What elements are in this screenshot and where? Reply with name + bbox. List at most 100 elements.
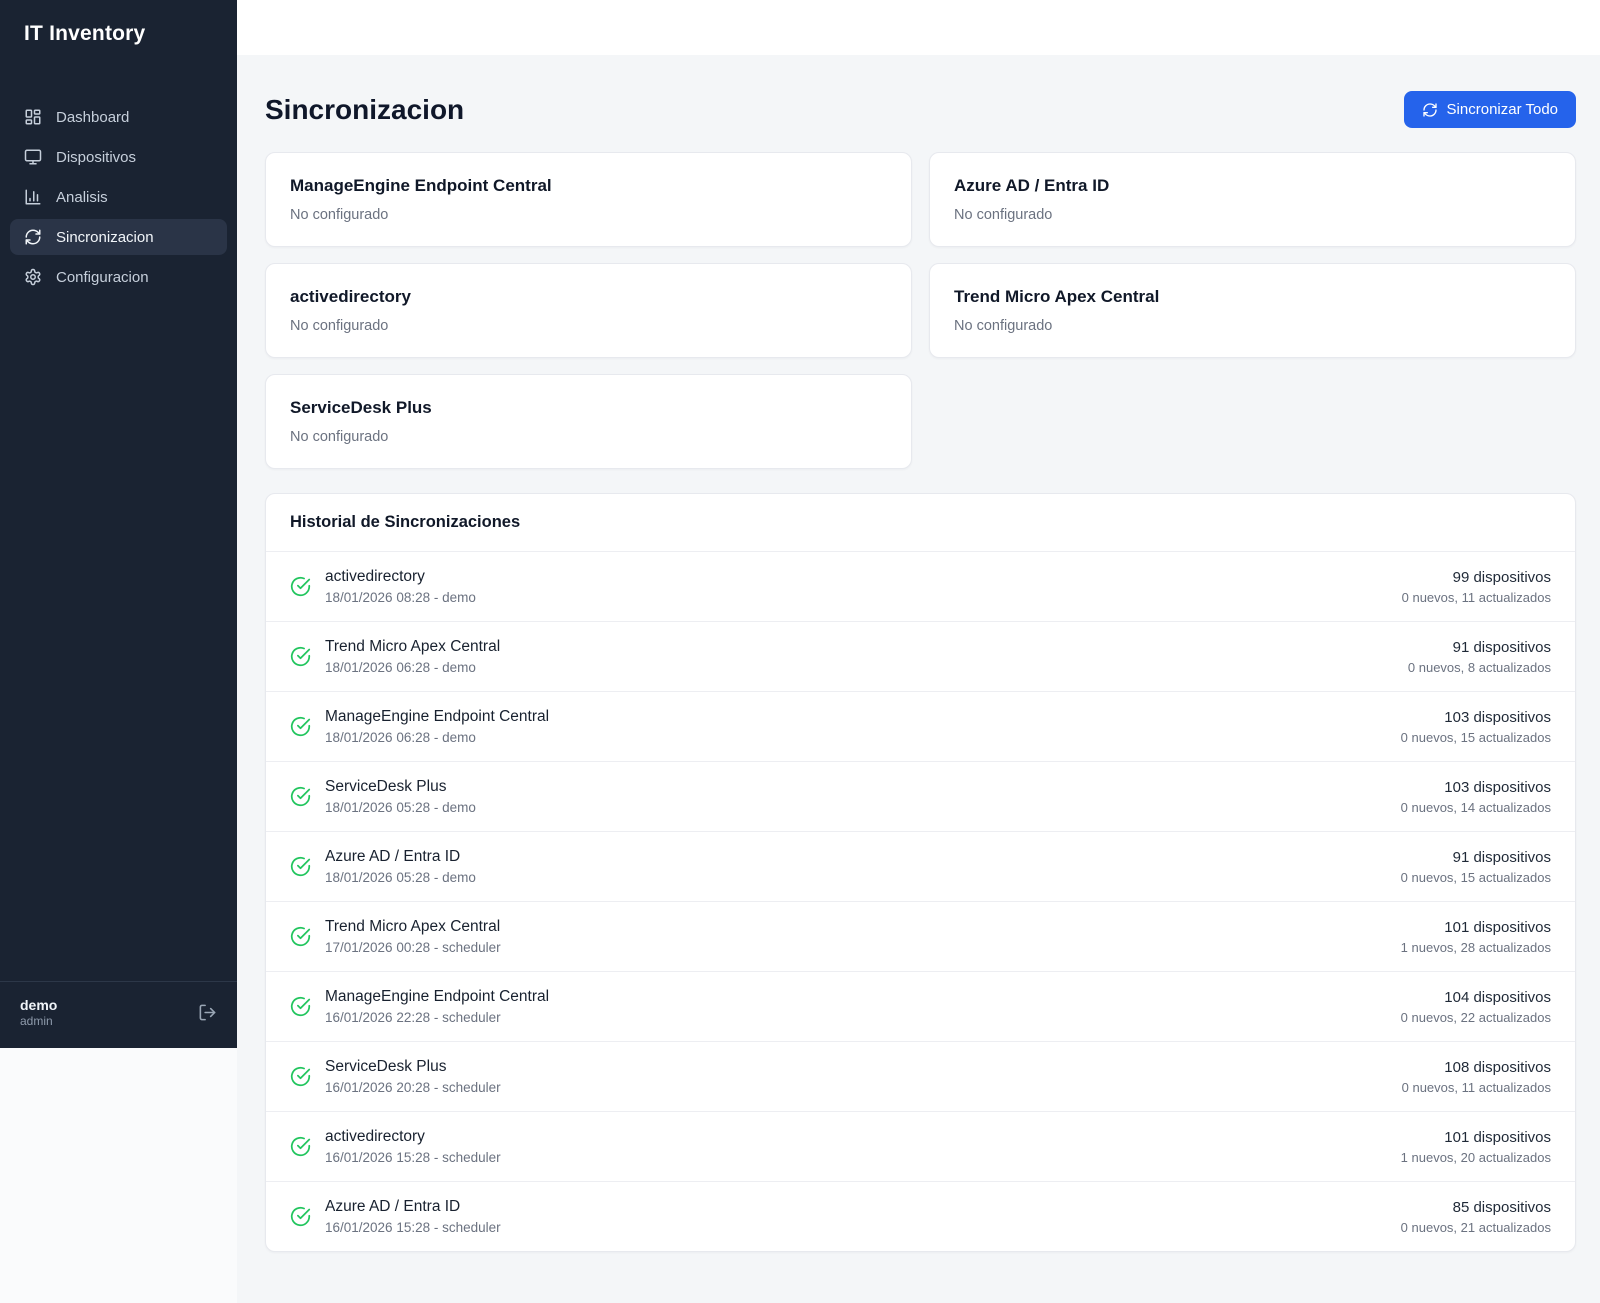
sync-all-button[interactable]: Sincronizar Todo xyxy=(1403,91,1576,128)
history-device-count: 108 dispositivos xyxy=(1444,1058,1551,1076)
source-card[interactable]: Trend Micro Apex Central No configurado xyxy=(929,263,1576,358)
source-name: Azure AD / Entra ID xyxy=(954,176,1110,195)
source-card[interactable]: ServiceDesk Plus No configurado xyxy=(265,374,912,469)
user-name: demo xyxy=(20,996,58,1013)
history-source-name: Azure AD / Entra ID xyxy=(325,848,461,865)
history-datetime: 18/01/2026 05:28 - demo xyxy=(325,870,476,885)
source-name: Trend Micro Apex Central xyxy=(954,287,1160,306)
sidebar-item-label: Sincronizacion xyxy=(56,228,154,246)
history-source-name: ServiceDesk Plus xyxy=(325,778,447,795)
check-circle-icon xyxy=(290,1066,311,1087)
content: Sincronizacion Sincronizar Todo ManageEn… xyxy=(237,55,1600,1272)
source-status: No configurado xyxy=(954,318,1053,334)
user-role: admin xyxy=(20,1014,53,1028)
history-details: 0 nuevos, 15 actualizados xyxy=(1400,729,1551,745)
history-datetime: 16/01/2026 15:28 - scheduler xyxy=(325,1220,501,1235)
history-details: 0 nuevos, 11 actualizados xyxy=(1401,589,1551,605)
source-status: No configurado xyxy=(954,207,1053,223)
history-source-name: ServiceDesk Plus xyxy=(325,1058,447,1075)
source-card[interactable]: ManageEngine Endpoint Central No configu… xyxy=(265,152,912,247)
history-datetime: 18/01/2026 06:28 - demo xyxy=(325,660,476,675)
source-status: No configurado xyxy=(290,207,389,223)
sidebar-item-label: Analisis xyxy=(56,188,108,206)
check-circle-icon xyxy=(290,1206,311,1227)
sidebar-item-label: Configuracion xyxy=(56,268,149,286)
history-details: 1 nuevos, 28 actualizados xyxy=(1400,939,1551,955)
history-datetime: 16/01/2026 15:28 - scheduler xyxy=(325,1150,501,1165)
history-datetime: 18/01/2026 05:28 - demo xyxy=(325,800,476,815)
source-name: ServiceDesk Plus xyxy=(290,398,432,417)
history-row: ManageEngine Endpoint Central 18/01/2026… xyxy=(266,692,1575,762)
history-device-count: 91 dispositivos xyxy=(1452,638,1551,656)
history-source-name: ManageEngine Endpoint Central xyxy=(325,988,550,1005)
gear-icon xyxy=(24,268,42,286)
check-circle-icon xyxy=(290,856,311,877)
history-details: 0 nuevos, 14 actualizados xyxy=(1400,799,1551,815)
user-panel: demo admin xyxy=(0,980,237,1049)
sidebar-item-label: Dispositivos xyxy=(56,148,137,166)
history-row: Trend Micro Apex Central 18/01/2026 06:2… xyxy=(266,622,1575,692)
history-details: 1 nuevos, 20 actualizados xyxy=(1400,1149,1551,1165)
history-source-name: ManageEngine Endpoint Central xyxy=(325,708,550,725)
history-datetime: 16/01/2026 22:28 - scheduler xyxy=(325,1010,501,1025)
history-card: Historial de Sincronizaciones activedire… xyxy=(265,493,1576,1252)
source-name: activedirectory xyxy=(290,287,411,306)
source-name: ManageEngine Endpoint Central xyxy=(290,176,552,195)
history-source-name: activedirectory xyxy=(325,568,425,585)
page-title: Sincronizacion xyxy=(265,93,465,125)
history-device-count: 99 dispositivos xyxy=(1452,568,1551,586)
history-row: Trend Micro Apex Central 17/01/2026 00:2… xyxy=(266,902,1575,972)
check-circle-icon xyxy=(290,576,311,597)
monitor-icon xyxy=(24,148,42,166)
source-card[interactable]: activedirectory No configurado xyxy=(265,263,912,358)
logout-icon[interactable] xyxy=(198,1003,217,1022)
source-status: No configurado xyxy=(290,429,389,445)
history-source-name: activedirectory xyxy=(325,1128,425,1145)
sidebar-nav: Dashboard Dispositivos Analisis Sincroni… xyxy=(0,98,237,296)
sidebar-item-dispositivos[interactable]: Dispositivos xyxy=(10,139,227,175)
history-device-count: 103 dispositivos xyxy=(1444,778,1551,796)
history-datetime: 16/01/2026 20:28 - scheduler xyxy=(325,1080,501,1095)
history-device-count: 101 dispositivos xyxy=(1444,1128,1551,1146)
history-device-count: 91 dispositivos xyxy=(1452,848,1551,866)
below-sidebar-area xyxy=(0,1048,237,1303)
history-device-count: 85 dispositivos xyxy=(1452,1198,1551,1216)
sidebar: IT Inventory Dashboard Dispositivos Anal… xyxy=(0,0,237,1048)
page-header: Sincronizacion Sincronizar Todo xyxy=(265,91,1576,128)
history-row: activedirectory 18/01/2026 08:28 - demo … xyxy=(266,552,1575,622)
history-row: Azure AD / Entra ID 18/01/2026 05:28 - d… xyxy=(266,832,1575,902)
app-title: IT Inventory xyxy=(24,22,146,45)
check-circle-icon xyxy=(290,646,311,667)
sidebar-item-sincronizacion[interactable]: Sincronizacion xyxy=(10,219,227,255)
history-details: 0 nuevos, 11 actualizados xyxy=(1401,1079,1551,1095)
source-status: No configurado xyxy=(290,318,389,334)
history-source-name: Trend Micro Apex Central xyxy=(325,918,501,935)
main-area: Sincronizacion Sincronizar Todo ManageEn… xyxy=(237,0,1600,1303)
history-details: 0 nuevos, 8 actualizados xyxy=(1407,659,1551,675)
history-datetime: 18/01/2026 08:28 - demo xyxy=(325,590,476,605)
sidebar-item-configuracion[interactable]: Configuracion xyxy=(10,259,227,295)
history-row: Azure AD / Entra ID 16/01/2026 15:28 - s… xyxy=(266,1182,1575,1251)
history-row: ServiceDesk Plus 18/01/2026 05:28 - demo… xyxy=(266,762,1575,832)
history-details: 0 nuevos, 21 actualizados xyxy=(1400,1219,1551,1235)
history-device-count: 101 dispositivos xyxy=(1444,918,1551,936)
sidebar-item-dashboard[interactable]: Dashboard xyxy=(10,99,227,135)
source-card[interactable]: Azure AD / Entra ID No configurado xyxy=(929,152,1576,247)
history-datetime: 18/01/2026 06:28 - demo xyxy=(325,730,476,745)
bar-chart-icon xyxy=(24,188,42,206)
sidebar-item-analisis[interactable]: Analisis xyxy=(10,179,227,215)
sidebar-item-label: Dashboard xyxy=(56,108,130,126)
history-source-name: Azure AD / Entra ID xyxy=(325,1198,461,1215)
history-source-name: Trend Micro Apex Central xyxy=(325,638,501,655)
history-device-count: 103 dispositivos xyxy=(1444,708,1551,726)
history-list: activedirectory 18/01/2026 08:28 - demo … xyxy=(266,552,1575,1251)
history-datetime: 17/01/2026 00:28 - scheduler xyxy=(325,940,501,955)
history-title: Historial de Sincronizaciones xyxy=(266,494,1575,552)
refresh-icon xyxy=(1422,102,1438,118)
top-strip xyxy=(237,0,1600,55)
dashboard-icon xyxy=(24,108,42,126)
check-circle-icon xyxy=(290,786,311,807)
source-cards-grid: ManageEngine Endpoint Central No configu… xyxy=(265,152,1576,469)
history-device-count: 104 dispositivos xyxy=(1444,988,1551,1006)
history-row: activedirectory 16/01/2026 15:28 - sched… xyxy=(266,1112,1575,1182)
